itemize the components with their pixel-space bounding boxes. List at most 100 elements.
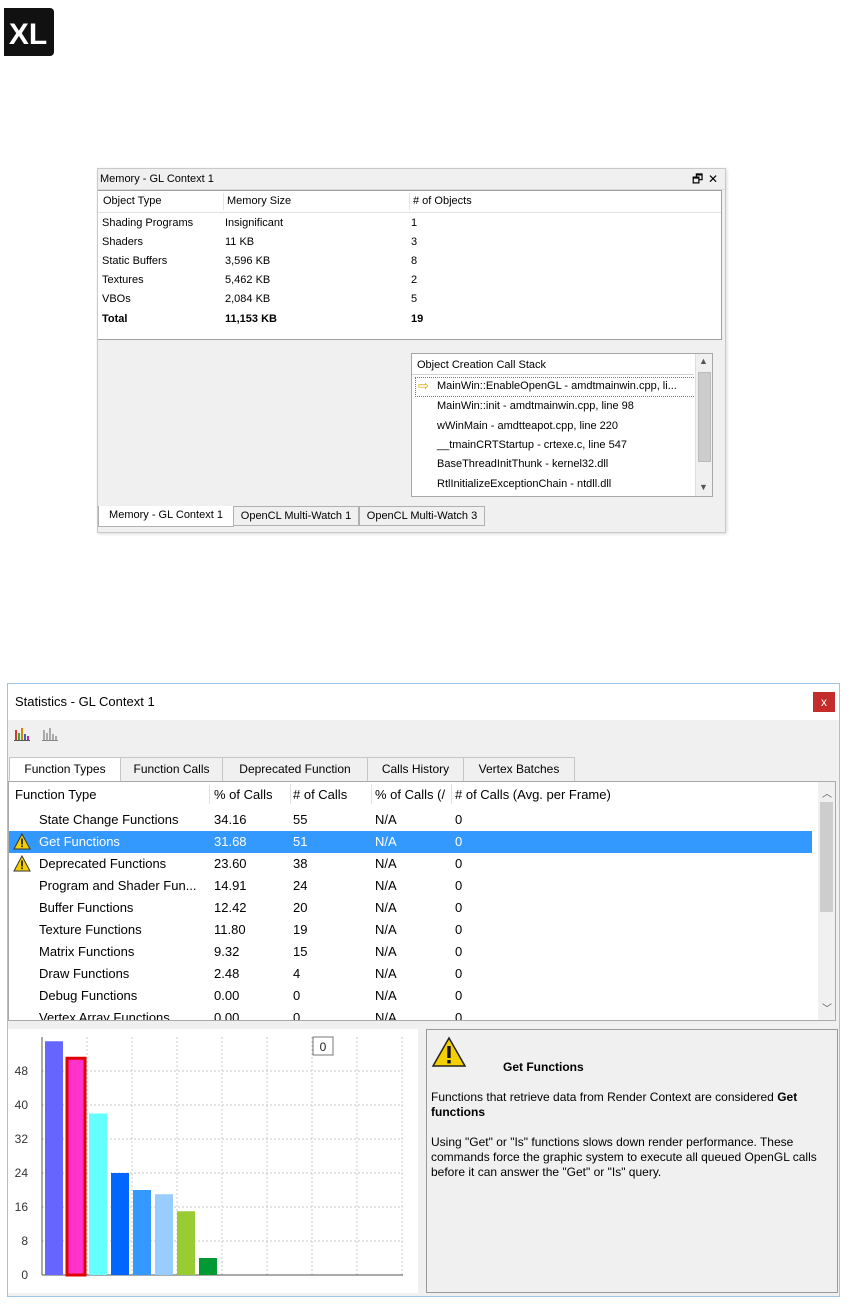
annotation-label: 0 — [320, 1040, 327, 1054]
col-memory-size[interactable]: Memory Size — [227, 191, 291, 212]
row-type: Static Buffers — [102, 255, 168, 267]
close-button[interactable]: x — [813, 692, 835, 712]
pct-calls-cell: 14.91 — [214, 878, 247, 893]
pct-calls-avg-cell: N/A — [375, 966, 397, 981]
table-row[interactable]: Textures 5,462 KB 2 — [98, 271, 721, 290]
num-calls-avg-cell: 0 — [455, 878, 463, 893]
num-calls-cell: 0 — [293, 1010, 301, 1021]
call-stack-item[interactable]: RtlInitializeExceptionChain - ntdll.dll — [437, 475, 611, 493]
close-icon[interactable]: ✕ — [708, 169, 718, 189]
call-stack-scrollbar[interactable]: ▲ ▼ — [695, 354, 712, 496]
function-type-cell: State Change Functions — [39, 812, 179, 827]
table-row[interactable]: Deprecated Functions 23.60 38 N/A 0 — [9, 853, 812, 875]
pct-calls-avg-cell: N/A — [375, 1010, 397, 1021]
row-count: 19 — [411, 313, 424, 325]
function-types-table: Function Type % of Calls # of Calls % of… — [8, 781, 836, 1021]
call-stack-item[interactable]: __tmainCRTStartup - crtexe.c, line 547 — [437, 436, 627, 454]
bar-chart-gray-icon[interactable] — [41, 726, 59, 742]
memory-tab-bar: Memory - GL Context 1 OpenCL Multi-Watch… — [98, 506, 725, 532]
pct-calls-cell: 12.42 — [214, 900, 247, 915]
warning-icon — [13, 833, 31, 850]
y-tick-label: 8 — [21, 1234, 28, 1248]
tab-opencl-multiwatch-1[interactable]: OpenCL Multi-Watch 1 — [233, 506, 359, 526]
scroll-up-icon[interactable]: ▲ — [699, 356, 708, 366]
row-count: 8 — [411, 255, 418, 267]
pct-calls-avg-cell: N/A — [375, 834, 397, 849]
pct-calls-avg-cell: N/A — [375, 856, 397, 871]
scroll-down-icon[interactable]: ﹀ — [822, 1000, 832, 1015]
table-row[interactable]: Shading Programs Insignificant 1 — [98, 214, 721, 233]
table-row[interactable]: Static Buffers 3,596 KB 8 — [98, 252, 721, 271]
y-tick-label: 24 — [15, 1166, 29, 1180]
tab-function-types[interactable]: Function Types — [9, 757, 121, 783]
pct-calls-cell: 0.00 — [214, 988, 240, 1003]
tab-function-calls[interactable]: Function Calls — [120, 757, 223, 782]
num-calls-avg-cell: 0 — [455, 812, 463, 827]
table-row[interactable]: Debug Functions 0.00 0 N/A 0 — [9, 985, 812, 1007]
row-size: Insignificant — [225, 217, 284, 229]
function-type-cell: Matrix Functions — [39, 944, 135, 959]
col-pct-calls-avg[interactable]: % of Calls (/ — [375, 782, 451, 808]
call-stack-panel: Object Creation Call Stack ⇨ MainWin::En… — [411, 353, 713, 497]
scrollbar-thumb[interactable] — [820, 802, 833, 912]
call-stack-item[interactable]: wWinMain - amdtteapot.cpp, line 220 — [437, 417, 618, 435]
row-type: Shading Programs — [102, 217, 194, 229]
tab-opencl-multiwatch-3[interactable]: OpenCL Multi-Watch 3 — [359, 506, 485, 526]
table-row-total[interactable]: Total 11,153 KB 19 — [98, 310, 721, 329]
col-function-type[interactable]: Function Type — [15, 782, 205, 808]
num-calls-avg-cell: 0 — [455, 922, 463, 937]
call-stack-item[interactable]: BaseThreadInitThunk - kernel32.dll — [437, 455, 608, 473]
col-object-type[interactable]: Object Type — [103, 191, 162, 212]
scroll-down-icon[interactable]: ▼ — [699, 482, 708, 492]
svg-text:XL: XL — [9, 18, 47, 51]
num-calls-cell: 24 — [293, 878, 308, 893]
tab-memory-gl-context[interactable]: Memory - GL Context 1 — [98, 506, 234, 527]
table-row[interactable]: VBOs 2,084 KB 5 — [98, 290, 721, 309]
bar-6 — [177, 1211, 195, 1275]
num-calls-cell: 19 — [293, 922, 308, 937]
col-num-calls-avg[interactable]: # of Calls (Avg. per Frame) — [455, 782, 705, 808]
pct-calls-avg-cell: N/A — [375, 812, 397, 827]
call-stack-item[interactable]: MainWin::init - amdtmainwin.cpp, line 98 — [437, 397, 634, 415]
pct-calls-avg-cell: N/A — [375, 988, 397, 1003]
info-description: Functions that retrieve data from Render… — [431, 1090, 831, 1120]
table-row[interactable]: State Change Functions 34.16 55 N/A 0 — [9, 809, 812, 831]
scroll-up-icon[interactable]: ︿ — [822, 785, 832, 800]
memory-table-header: Object Type Memory Size # of Objects — [98, 191, 721, 213]
info-title: Get Functions — [503, 1060, 584, 1074]
call-stack-item[interactable]: MainWin::EnableOpenGL - amdtmainwin.cpp,… — [437, 377, 677, 395]
col-num-calls[interactable]: # of Calls — [293, 782, 369, 808]
y-tick-label: 32 — [15, 1132, 29, 1146]
bar-chart-color-icon[interactable] — [13, 726, 31, 742]
table-row[interactable]: Get Functions 31.68 51 N/A 0 — [9, 831, 812, 853]
restore-icon[interactable]: 🗗 — [692, 169, 703, 189]
pct-calls-cell: 31.68 — [214, 834, 247, 849]
function-types-scrollbar[interactable]: ︿ ﹀ — [818, 782, 835, 1020]
table-row[interactable]: Draw Functions 2.48 4 N/A 0 — [9, 963, 812, 985]
table-row[interactable]: Program and Shader Fun... 14.91 24 N/A 0 — [9, 875, 812, 897]
row-type: Total — [102, 313, 128, 325]
pct-calls-cell: 0.00 — [214, 1010, 240, 1021]
function-type-cell: Draw Functions — [39, 966, 130, 981]
table-row[interactable]: Shaders 11 KB 3 — [98, 233, 721, 252]
num-calls-avg-cell: 0 — [455, 1010, 463, 1021]
pct-calls-cell: 34.16 — [214, 812, 247, 827]
xl-logo: XL — [4, 8, 54, 56]
y-tick-label: 16 — [15, 1200, 29, 1214]
tab-vertex-batches[interactable]: Vertex Batches — [463, 757, 575, 782]
table-row[interactable]: Matrix Functions 9.32 15 N/A 0 — [9, 941, 812, 963]
memory-panel-title: Memory - GL Context 1 — [100, 173, 214, 185]
col-pct-calls[interactable]: % of Calls — [214, 782, 289, 808]
row-size: 3,596 KB — [225, 255, 271, 267]
tab-deprecated-function[interactable]: Deprecated Function — [222, 757, 368, 782]
col-num-objects[interactable]: # of Objects — [413, 191, 472, 212]
table-row[interactable]: Vertex Array Functions 0.00 0 N/A 0 — [9, 1007, 812, 1021]
table-row[interactable]: Buffer Functions 12.42 20 N/A 0 — [9, 897, 812, 919]
memory-panel: Memory - GL Context 1 🗗 ✕ Object Type Me… — [97, 168, 726, 533]
call-stack-title: Object Creation Call Stack — [417, 359, 546, 371]
num-calls-avg-cell: 0 — [455, 856, 463, 871]
scrollbar-thumb[interactable] — [698, 372, 711, 462]
num-calls-avg-cell: 0 — [455, 944, 463, 959]
table-row[interactable]: Texture Functions 11.80 19 N/A 0 — [9, 919, 812, 941]
tab-calls-history[interactable]: Calls History — [367, 757, 464, 782]
